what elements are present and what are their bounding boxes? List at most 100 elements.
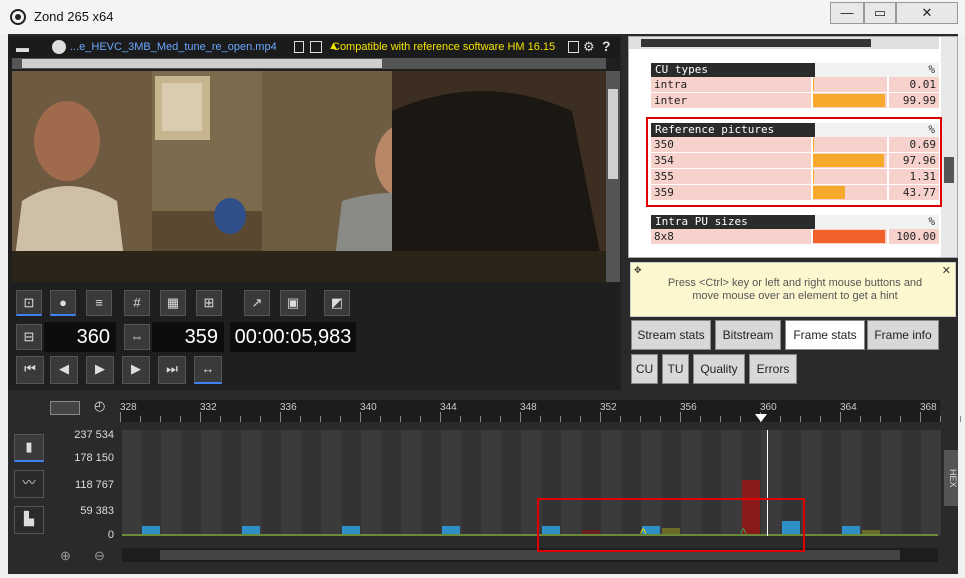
frame-bar[interactable]: [142, 526, 160, 534]
tab-stream-stats[interactable]: Stream stats: [631, 320, 711, 350]
gear-icon[interactable]: ⚙: [583, 39, 595, 55]
next-frame-icon[interactable]: ▶: [122, 356, 150, 384]
list-icon[interactable]: ≡: [86, 290, 112, 316]
play-icon[interactable]: ▶: [86, 356, 114, 384]
maximize-button[interactable]: ▭: [864, 2, 896, 24]
intra-pu-unit: %: [928, 215, 935, 228]
zoom-region-icon[interactable]: ◩: [324, 290, 350, 316]
file-name[interactable]: ...e_HEVC_3MB_Med_tune_re_open.mp4: [70, 41, 277, 53]
frame-slot: [162, 430, 181, 536]
zoom-out-icon[interactable]: ⊖: [94, 548, 105, 564]
close-hint-icon[interactable]: ✕: [942, 264, 951, 277]
minimize-button[interactable]: —: [830, 2, 864, 24]
ref-frame-bar[interactable]: [862, 530, 880, 534]
table-row: 8x8 100.00: [651, 229, 939, 245]
ruler-minor-tick: [280, 412, 281, 422]
hint-panel: ✥ ✕ Press <Ctrl> key or left and right m…: [630, 262, 956, 317]
timeline-scrollbar[interactable]: [122, 548, 938, 562]
stats-vertical-scrollbar[interactable]: [941, 37, 957, 257]
table-row: intra 0.01: [651, 77, 939, 93]
export-icon[interactable]: [568, 41, 579, 53]
video-horizontal-scrollbar[interactable]: [12, 58, 606, 69]
image-icon[interactable]: [310, 41, 322, 53]
grid-fine-icon[interactable]: ▦: [160, 290, 186, 316]
ruler-minor-tick: [620, 416, 621, 422]
ruler-tick-label: 352: [600, 402, 617, 413]
frame-slot: [502, 430, 521, 536]
frame-slot: [322, 430, 341, 536]
ruler-tick-label: 368: [920, 402, 937, 413]
zoom-in-icon[interactable]: ⊕: [60, 548, 71, 564]
copy-icon[interactable]: [294, 41, 304, 53]
ruler-minor-tick: [220, 416, 221, 422]
frame-slot: [222, 430, 241, 536]
tab-cu[interactable]: CU: [631, 354, 658, 384]
film-strip-icon[interactable]: [50, 401, 80, 415]
drag-handle-icon[interactable]: ✥: [634, 265, 642, 276]
tab-tu[interactable]: TU: [662, 354, 689, 384]
tab-frame-stats[interactable]: Frame stats: [785, 320, 865, 350]
prev-frame-icon[interactable]: ◀: [50, 356, 78, 384]
frame-bar[interactable]: [242, 526, 260, 534]
frame-view-icon[interactable]: ⊡: [16, 290, 42, 316]
histogram-icon[interactable]: ▙: [14, 506, 44, 534]
ruler-tick-label: 332: [200, 402, 217, 413]
help-icon[interactable]: ?: [602, 38, 611, 54]
table-row: 350 0.69: [651, 137, 939, 153]
frame-slot: [462, 430, 481, 536]
ruler-tick-label: 336: [280, 402, 297, 413]
title-bar: Zond 265 x64 — ▭ ✕: [0, 0, 965, 34]
frame-ruler[interactable]: 328 332 336 340 344 348 352 356 360 364 368: [120, 400, 961, 422]
tab-bitstream[interactable]: Bitstream: [715, 320, 781, 350]
table-row: 359 43.77: [651, 185, 939, 201]
ruler-minor-tick: [120, 412, 121, 422]
color-mode-icon[interactable]: ●: [50, 290, 76, 316]
frame-bar[interactable]: [342, 526, 360, 534]
plot-baseline: [122, 534, 938, 536]
tab-frame-info[interactable]: Frame info: [867, 320, 939, 350]
ruler-minor-tick: [320, 416, 321, 422]
cu-types-table: CU types% intra 0.01 inter 99.99: [651, 63, 939, 109]
stopwatch-icon[interactable]: ◴: [94, 398, 105, 414]
close-button[interactable]: ✕: [896, 2, 958, 24]
ruler-minor-tick: [460, 416, 461, 422]
clock-icon[interactable]: [52, 40, 66, 54]
line-chart-icon[interactable]: 〰: [14, 470, 44, 498]
ruler-minor-tick: [380, 416, 381, 422]
ruler-minor-tick: [780, 416, 781, 422]
ruler-minor-tick: [860, 416, 861, 422]
bar-chart-icon[interactable]: ▮: [14, 434, 44, 462]
camera-icon[interactable]: ▣: [280, 290, 306, 316]
frame-size-plot[interactable]: ^ ^: [122, 430, 941, 540]
video-vertical-scrollbar[interactable]: [606, 71, 620, 282]
frame-slot: [822, 430, 841, 536]
partition-icon[interactable]: ⊞: [196, 290, 222, 316]
intra-pu-table: Intra PU sizes% 8x8 100.00: [651, 215, 939, 245]
last-frame-icon[interactable]: ⏭: [158, 356, 186, 384]
table-row: 355 1.31: [651, 169, 939, 185]
current-frame-marker[interactable]: [755, 414, 767, 422]
frame-slot: [482, 430, 501, 536]
frame-slot: [442, 430, 461, 536]
hint-text: Press <Ctrl> key or left and right mouse…: [667, 277, 923, 302]
loop-icon[interactable]: ↔: [194, 356, 222, 384]
open-folder-icon[interactable]: ▬: [16, 40, 29, 55]
total-frames-counter: 359: [152, 322, 224, 352]
grid-icon[interactable]: #: [124, 290, 150, 316]
cu-types-title: CU types: [655, 63, 708, 76]
ruler-minor-tick: [440, 412, 441, 422]
y-label: 237 534: [74, 429, 114, 441]
first-frame-icon[interactable]: ⏮: [16, 356, 44, 384]
hex-toggle[interactable]: HEX: [944, 450, 958, 506]
current-frame-counter[interactable]: 360: [44, 322, 116, 352]
frame-bar[interactable]: [842, 526, 860, 534]
frame-bar[interactable]: [442, 526, 460, 534]
stats-horizontal-scrollbar[interactable]: [629, 37, 939, 49]
ruler-minor-tick: [740, 416, 741, 422]
frame-slot: [142, 430, 161, 536]
tab-quality[interactable]: Quality: [693, 354, 745, 384]
motion-vector-icon[interactable]: ↗: [244, 290, 270, 316]
ruler-tick-label: 340: [360, 402, 377, 413]
tab-errors[interactable]: Errors: [749, 354, 797, 384]
ruler-minor-tick: [160, 416, 161, 422]
